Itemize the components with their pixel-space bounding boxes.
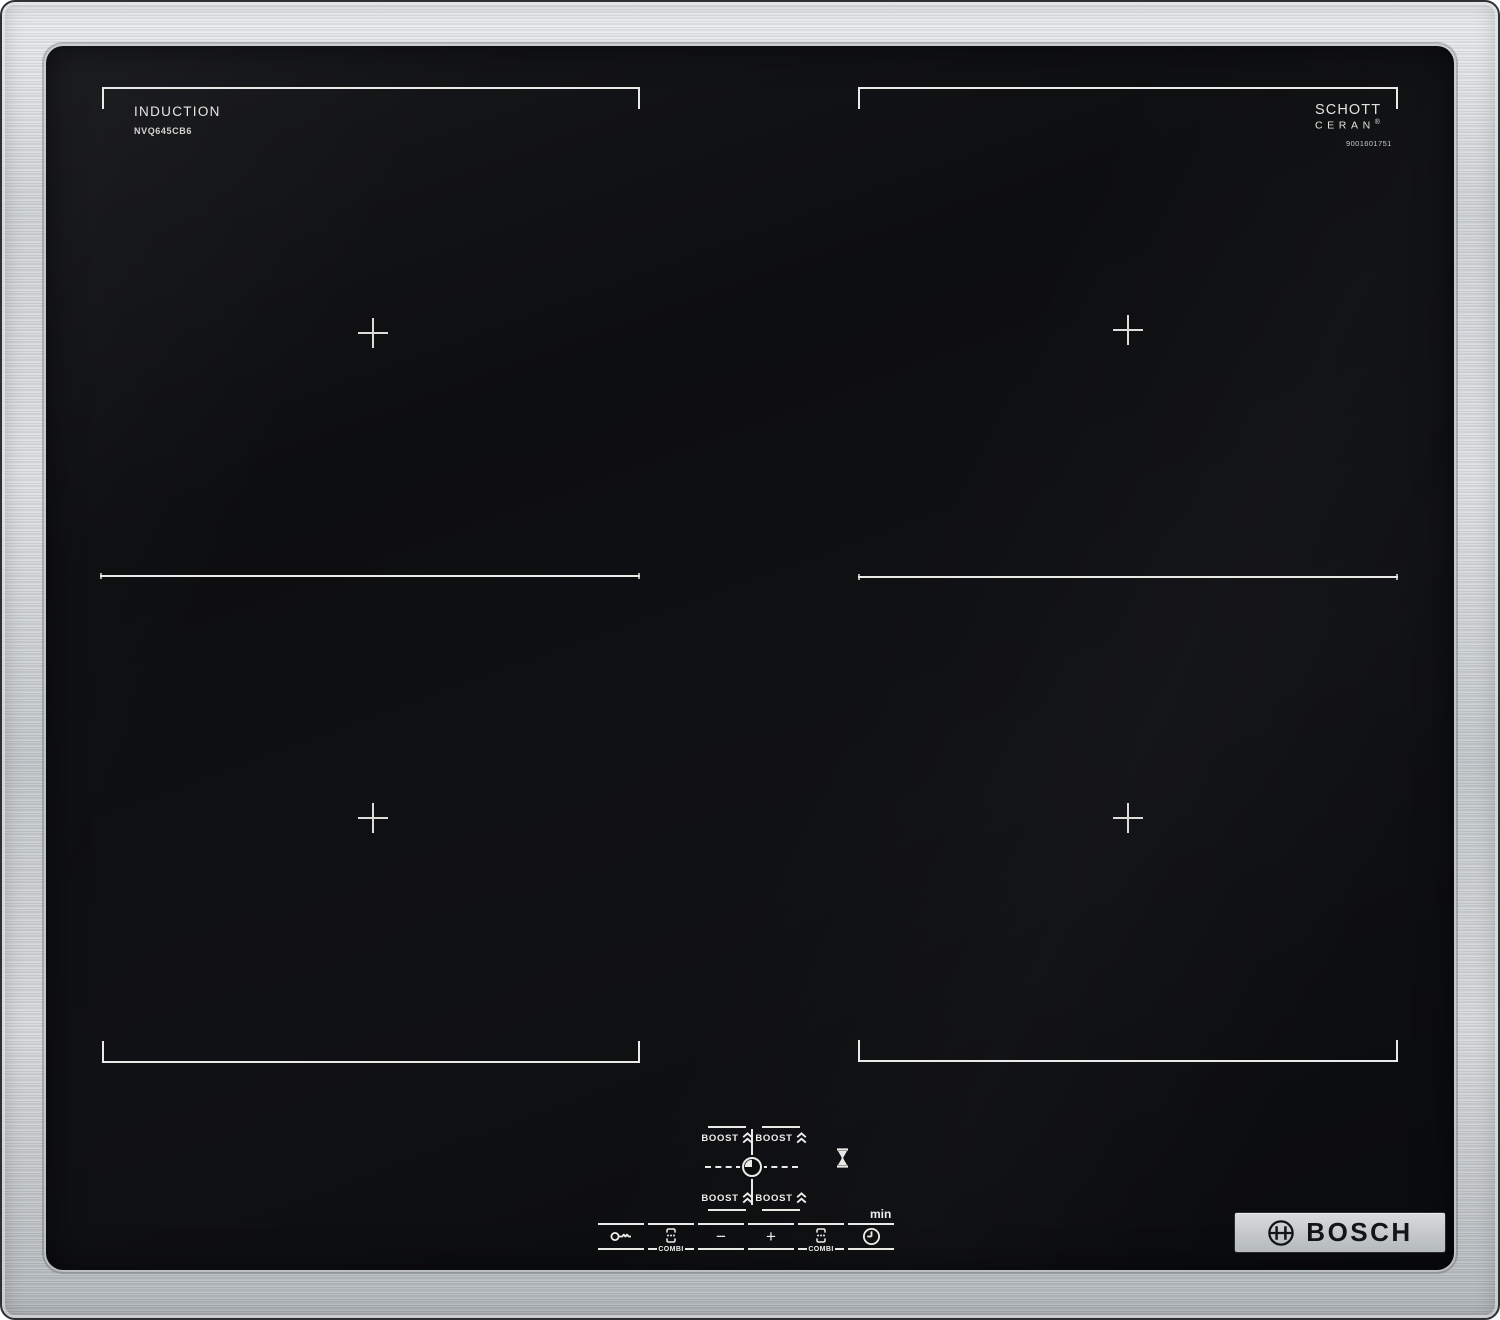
boost-zone-line xyxy=(708,1126,746,1128)
boost-button-rear-right[interactable]: BOOST xyxy=(755,1192,807,1204)
boost-zone-line xyxy=(708,1209,746,1211)
zone-divider-right xyxy=(858,574,1398,580)
induction-label: INDUCTION xyxy=(134,104,221,119)
zone-bracket-bottom-left xyxy=(102,1041,640,1063)
combi-bridge-icon xyxy=(648,1225,694,1245)
schott-ceran-logo: SCHOTT CERAN® xyxy=(1315,102,1382,132)
combi-button-right[interactable]: COMBI xyxy=(798,1223,844,1253)
boost-zone-line xyxy=(762,1126,800,1128)
power-plus-button[interactable]: + xyxy=(748,1223,794,1250)
zone-center-cross-icon xyxy=(1113,803,1143,833)
boost-label: BOOST xyxy=(701,1132,739,1144)
strip-line xyxy=(798,1248,808,1250)
zone-center-cross-icon xyxy=(358,803,388,833)
double-chevron-up-icon xyxy=(796,1132,807,1144)
boost-zone-line xyxy=(762,1209,800,1211)
double-chevron-up-icon xyxy=(742,1132,753,1144)
ceramic-glass-surface: INDUCTION NVQ645CB6 SCHOTT CERAN® 900160… xyxy=(46,46,1454,1270)
strip-line xyxy=(748,1248,794,1250)
boost-button-front-left[interactable]: BOOST xyxy=(701,1132,753,1144)
key-lock-button[interactable] xyxy=(598,1223,644,1250)
timer-clock-icon[interactable] xyxy=(740,1155,764,1179)
key-lock-icon xyxy=(598,1225,644,1248)
boost-label: BOOST xyxy=(755,1132,793,1144)
timer-dash-line-left xyxy=(705,1166,742,1168)
strip-line xyxy=(848,1248,894,1250)
zone-divider-left xyxy=(100,573,640,579)
combi-label: COMBI xyxy=(808,1245,834,1253)
bosch-logo-plate: BOSCH xyxy=(1235,1213,1445,1252)
schott-ceran-line2-text: CERAN xyxy=(1315,119,1375,132)
registered-mark: ® xyxy=(1374,119,1380,127)
timer-minutes-label: min xyxy=(870,1207,892,1221)
strip-line xyxy=(698,1248,744,1250)
boost-button-front-right[interactable]: BOOST xyxy=(755,1132,807,1144)
schott-ceran-line2: CERAN® xyxy=(1315,119,1381,132)
combi-label-row: COMBI xyxy=(648,1245,694,1253)
part-number: 9001601751 xyxy=(1346,139,1392,148)
combi-bridge-icon xyxy=(798,1225,844,1245)
boost-label: BOOST xyxy=(755,1192,793,1204)
plus-icon: + xyxy=(766,1227,776,1246)
strip-line xyxy=(834,1248,844,1250)
zone-center-cross-icon xyxy=(358,318,388,348)
combi-label: COMBI xyxy=(658,1245,684,1253)
model-number: NVQ645CB6 xyxy=(134,126,192,136)
minus-icon: − xyxy=(716,1227,726,1246)
hourglass-icon xyxy=(835,1148,850,1168)
strip-line xyxy=(648,1248,658,1250)
bosch-wordmark: BOSCH xyxy=(1306,1217,1413,1247)
power-minus-button[interactable]: − xyxy=(698,1223,744,1250)
zone-bracket-bottom-right xyxy=(858,1040,1398,1062)
bosch-armature-icon xyxy=(1268,1219,1295,1246)
combi-button-left[interactable]: COMBI xyxy=(648,1223,694,1253)
timer-button[interactable] xyxy=(848,1223,894,1250)
timer-dash-line-right xyxy=(761,1166,798,1168)
combi-label-row: COMBI xyxy=(798,1245,844,1253)
touch-control-strip: COMBI − + COMBI xyxy=(598,1223,894,1253)
boost-button-rear-left[interactable]: BOOST xyxy=(701,1192,753,1204)
double-chevron-up-icon xyxy=(742,1192,753,1204)
product-photo-bosch-induction-hob: INDUCTION NVQ645CB6 SCHOTT CERAN® 900160… xyxy=(0,0,1500,1320)
timer-clock-icon xyxy=(848,1225,894,1248)
zone-center-cross-icon xyxy=(1113,315,1143,345)
strip-line xyxy=(684,1248,694,1250)
double-chevron-up-icon xyxy=(796,1192,807,1204)
schott-ceran-line1: SCHOTT xyxy=(1315,102,1382,118)
boost-label: BOOST xyxy=(701,1192,739,1204)
strip-line xyxy=(598,1248,644,1250)
